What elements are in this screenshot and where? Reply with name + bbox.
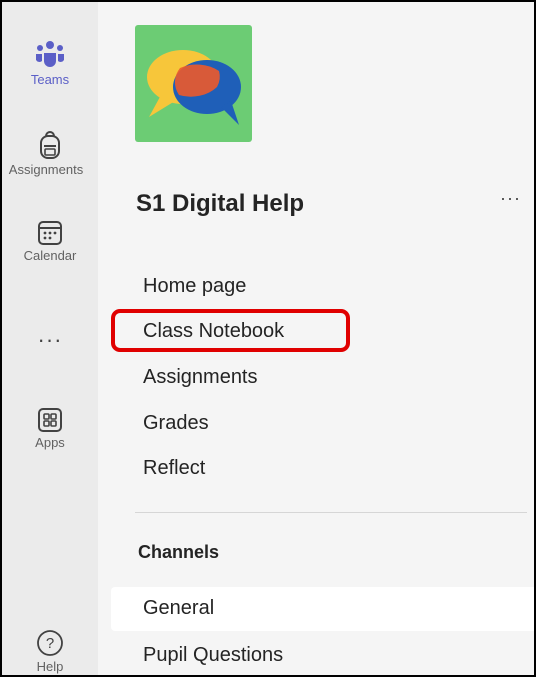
rail-item-more[interactable]: ··· xyxy=(2,329,98,352)
nav-item-grades[interactable]: Grades xyxy=(143,412,209,435)
rail-label-assignments: Assignments xyxy=(8,162,84,177)
nav-item-class-notebook[interactable]: Class Notebook xyxy=(143,320,284,343)
team-name: S1 Digital Help xyxy=(136,190,305,217)
rail-label-help: Help xyxy=(36,659,64,674)
teams-icon xyxy=(36,41,64,67)
rail-item-assignments[interactable]: Assignments xyxy=(2,130,98,177)
channel-item-pupil-questions[interactable]: Pupil Questions xyxy=(143,644,283,667)
channel-item-general[interactable]: General xyxy=(143,597,214,620)
rail-item-teams[interactable]: Teams xyxy=(2,40,98,87)
svg-text:?: ? xyxy=(46,635,54,652)
section-divider xyxy=(135,512,527,513)
nav-item-reflect[interactable]: Reflect xyxy=(143,457,205,480)
apps-icon xyxy=(38,408,62,432)
rail-item-help[interactable]: ? Help xyxy=(2,629,98,674)
app-rail: Teams Assignments Calendar ··· Apps ? He… xyxy=(2,2,98,675)
team-more-options-icon[interactable]: ··· xyxy=(500,188,521,209)
rail-item-apps[interactable]: Apps xyxy=(2,407,98,450)
rail-label-teams: Teams xyxy=(30,72,70,87)
nav-item-home-page[interactable]: Home page xyxy=(143,275,246,298)
help-icon: ? xyxy=(37,630,63,656)
app-frame: Teams Assignments Calendar ··· Apps ? He… xyxy=(0,0,536,677)
backpack-icon xyxy=(40,131,60,159)
more-icon: ··· xyxy=(37,327,63,352)
team-avatar[interactable] xyxy=(135,25,252,142)
speech-bubbles-icon xyxy=(147,50,241,125)
team-panel: S1 Digital Help ··· Home page Class Note… xyxy=(98,2,534,675)
nav-item-assignments[interactable]: Assignments xyxy=(143,366,258,389)
rail-label-apps: Apps xyxy=(35,435,65,450)
rail-item-calendar[interactable]: Calendar xyxy=(2,220,98,263)
calendar-icon xyxy=(38,221,62,245)
channels-heading: Channels xyxy=(138,542,220,562)
rail-label-calendar: Calendar xyxy=(23,248,77,263)
